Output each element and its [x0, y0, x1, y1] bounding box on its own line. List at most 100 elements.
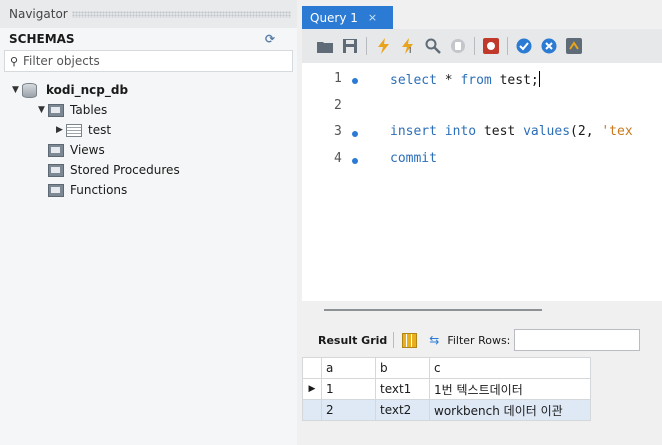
column-header-c[interactable]: c [429, 357, 591, 379]
keyword: values [523, 124, 571, 139]
line-1: 1 [302, 71, 382, 91]
tab-bar: Query 1 × [302, 0, 662, 29]
refresh-icon[interactable]: ⟳ [265, 32, 275, 46]
schemas-label: SCHEMAS [9, 32, 75, 46]
filter-rows-label: Filter Rows: [447, 333, 511, 347]
navigator-drag-handle[interactable] [71, 10, 291, 18]
schemas-header: SCHEMAS ⟳ [0, 28, 297, 50]
navigator-panel: Navigator SCHEMAS ⟳ ⚲ Filter objects ▼ k… [0, 0, 297, 445]
save-icon[interactable] [341, 37, 359, 55]
toolbar-separator [507, 37, 508, 55]
toolbar-separator [393, 332, 395, 348]
functions-label: Functions [70, 183, 128, 197]
result-panel: Result Grid ⇆ Filter Rows: a b c ▶ 1 tex… [302, 323, 662, 445]
tree-item-tables[interactable]: ▼ Tables [0, 100, 297, 120]
schema-tree: ▼ kodi_ncp_db ▼ Tables ▶ test Views Stor… [0, 72, 297, 200]
code-line-4[interactable]: commit [390, 151, 437, 166]
rollback-icon[interactable] [540, 37, 558, 55]
stored-procedures-label: Stored Procedures [70, 163, 180, 177]
statement-marker-icon [352, 131, 358, 137]
grid-cell[interactable]: 1번 텍스트데이터 [429, 378, 591, 400]
column-header-b[interactable]: b [375, 357, 430, 379]
views-label: Views [70, 143, 105, 157]
table-name: test [88, 123, 112, 137]
line-number: 2 [334, 98, 342, 113]
grid-cell[interactable]: text1 [375, 378, 430, 400]
execute-current-icon[interactable]: I [399, 37, 417, 55]
toggle-output-icon[interactable] [482, 37, 500, 55]
tree-item-functions[interactable]: Functions [0, 180, 297, 200]
explain-icon[interactable] [424, 37, 442, 55]
expand-arrow-icon[interactable]: ▼ [38, 105, 48, 115]
code-line-3[interactable]: insert into test values(2, 'tex [390, 124, 633, 139]
filter-placeholder: Filter objects [23, 54, 100, 68]
open-file-icon[interactable] [316, 37, 334, 55]
toolbar-separator [366, 37, 367, 55]
result-grid-button[interactable]: Result Grid [318, 334, 387, 347]
stop-icon[interactable] [449, 37, 467, 55]
horizontal-scrollbar[interactable] [324, 309, 542, 311]
tree-item-stored-procedures[interactable]: Stored Procedures [0, 160, 297, 180]
sql-editor[interactable]: 1 select * from test; 2 3 insert into te… [302, 63, 662, 301]
code-text: test; [491, 73, 539, 88]
navigator-header: Navigator [0, 0, 297, 28]
query-area: Query 1 × I 1 select * from test; 2 3 in… [302, 0, 662, 445]
navigator-title: Navigator [9, 7, 68, 21]
line-number: 4 [334, 151, 342, 166]
line-number: 1 [334, 71, 342, 86]
filter-rows-input[interactable] [514, 329, 641, 351]
query-toolbar: I [302, 29, 662, 63]
tables-label: Tables [70, 103, 108, 117]
grid-cell[interactable]: 2 [321, 399, 376, 421]
folder-icon [48, 143, 64, 157]
close-icon[interactable]: × [368, 11, 377, 24]
table-row[interactable]: 2 text2 workbench 데이터 이관 [302, 399, 591, 421]
keyword: into [444, 124, 477, 139]
row-indicator [302, 399, 322, 421]
search-icon: ⚲ [9, 54, 19, 68]
filter-objects-input[interactable]: ⚲ Filter objects [4, 50, 293, 72]
autocommit-icon[interactable] [565, 37, 583, 55]
database-icon [22, 82, 37, 98]
editor-result-splitter[interactable] [302, 301, 662, 323]
result-toolbar: Result Grid ⇆ Filter Rows: [302, 323, 662, 357]
grid-cell[interactable]: workbench 데이터 이관 [429, 399, 591, 421]
statement-marker-icon [352, 158, 358, 164]
execute-icon[interactable] [374, 37, 392, 55]
code-line-1[interactable]: select * from test; [390, 71, 540, 88]
filter-icon: ⇆ [429, 333, 440, 347]
column-header-a[interactable]: a [321, 357, 376, 379]
line-2: 2 [302, 98, 382, 118]
line-3: 3 [302, 124, 382, 144]
result-grid: a b c ▶ 1 text1 1번 텍스트데이터 2 text2 workbe… [302, 357, 591, 421]
grid-view-icon[interactable] [402, 332, 418, 348]
keyword: commit [390, 151, 437, 166]
tree-item-db[interactable]: ▼ kodi_ncp_db [0, 80, 297, 100]
grid-cell[interactable]: 1 [321, 378, 376, 400]
tree-item-views[interactable]: Views [0, 140, 297, 160]
keyword: from [460, 73, 492, 88]
collapse-arrow-icon[interactable]: ▶ [56, 125, 66, 135]
grid-cell[interactable]: text2 [375, 399, 430, 421]
keyword: insert [390, 124, 437, 139]
grid-header-row: a b c [302, 357, 591, 379]
svg-text:I: I [409, 46, 411, 54]
expand-arrow-icon[interactable]: ▼ [12, 85, 22, 95]
line-4: 4 [302, 151, 382, 171]
toolbar-separator [474, 37, 475, 55]
folder-icon [48, 103, 64, 117]
string-literal: 'tex [601, 124, 633, 139]
tree-item-test[interactable]: ▶ test [0, 120, 297, 140]
folder-icon [48, 183, 64, 197]
folder-icon [48, 163, 64, 177]
line-number: 3 [334, 124, 342, 139]
db-name: kodi_ncp_db [46, 83, 129, 97]
table-icon [66, 123, 82, 137]
commit-icon[interactable] [515, 37, 533, 55]
tab-query-1[interactable]: Query 1 × [302, 6, 393, 29]
code-text: test [476, 124, 524, 139]
table-row[interactable]: ▶ 1 text1 1번 텍스트데이터 [302, 378, 591, 400]
code-text: * [436, 73, 461, 88]
row-indicator-header [302, 357, 322, 379]
